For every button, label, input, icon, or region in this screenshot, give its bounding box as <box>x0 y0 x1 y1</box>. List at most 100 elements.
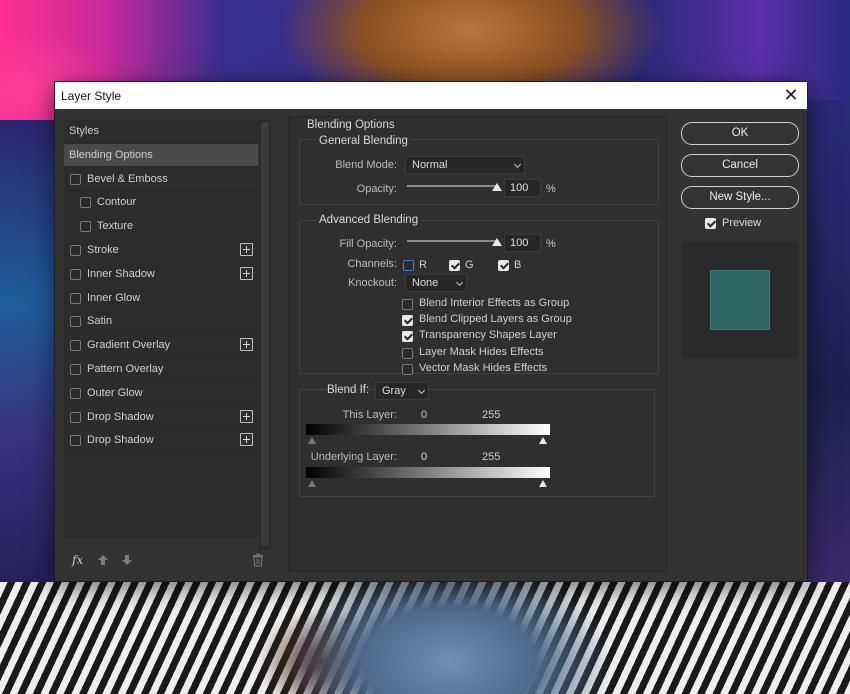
channel-g-label: G <box>465 259 474 271</box>
sidebar-checkbox-inner-shadow[interactable] <box>70 268 81 280</box>
this-layer-black-handle[interactable] <box>308 437 316 444</box>
underlying-layer-white-handle[interactable] <box>539 480 547 487</box>
blend-clipped-layers-as-group-label: Blend Clipped Layers as Group <box>419 313 572 326</box>
add-effect-icon[interactable] <box>240 243 253 256</box>
ok-button[interactable]: OK <box>681 122 799 145</box>
advanced-blending-title: Advanced Blending <box>317 214 421 226</box>
chevron-down-icon <box>455 278 464 287</box>
blend-clipped-layers-as-group-checkbox[interactable] <box>402 315 413 327</box>
sidebar-checkbox-outer-glow[interactable] <box>70 387 81 399</box>
channel-r-label: R <box>419 259 427 271</box>
sidebar-checkbox-contour[interactable] <box>80 197 91 209</box>
sidebar-item-label: Inner Shadow <box>87 267 155 280</box>
background-photo-left <box>0 120 54 582</box>
vector-mask-hides-effects-label: Vector Mask Hides Effects <box>419 361 548 374</box>
vector-mask-hides-effects-checkbox[interactable] <box>402 363 413 375</box>
underlying-layer-gradient[interactable] <box>306 467 550 478</box>
sidebar-item-styles: Styles <box>64 120 258 143</box>
sidebar-item-label: Pattern Overlay <box>87 363 164 375</box>
underlying-layer-low-value: 0 <box>421 451 428 463</box>
underlying-layer-label: Underlying Layer: <box>310 451 397 463</box>
sidebar-item-contour[interactable]: Contour <box>64 191 258 215</box>
preview-checkbox[interactable] <box>705 218 716 229</box>
fill-opacity-label: Fill Opacity: <box>339 238 397 250</box>
sidebar-item-satin[interactable]: Satin <box>64 310 258 334</box>
sidebar-item-label: Blending Options <box>69 148 153 161</box>
sidebar-item-label: Contour <box>97 196 137 209</box>
opacity-input[interactable]: 100 <box>504 179 541 197</box>
sidebar-item-inner-shadow[interactable]: Inner Shadow <box>64 263 258 286</box>
opacity-slider[interactable] <box>407 185 497 187</box>
sidebar-checkbox-satin[interactable] <box>70 316 81 328</box>
sidebar-item-blending-options[interactable]: Blending Options <box>64 143 258 167</box>
blend-interior-effects-as-group-checkbox[interactable] <box>402 299 413 310</box>
title-bar: Layer Style ✕ <box>55 82 807 109</box>
blend-mode-label: Blend Mode: <box>335 159 397 171</box>
sidebar-checkbox-pattern-overlay[interactable] <box>70 364 81 375</box>
sidebar-item-label: Drop Shadow <box>87 410 154 423</box>
sidebar-checkbox-stroke[interactable] <box>70 245 81 256</box>
close-icon[interactable]: ✕ <box>781 85 801 105</box>
sidebar-item-outer-glow[interactable]: Outer Glow <box>64 382 258 405</box>
sidebar-item-label: Drop Shadow <box>87 434 154 447</box>
layer-mask-hides-effects-checkbox[interactable] <box>402 347 413 359</box>
new-style-button[interactable]: New Style... <box>681 186 799 209</box>
arrow-up-icon[interactable] <box>97 554 109 566</box>
sidebar-item-stroke[interactable]: Stroke <box>64 239 258 262</box>
channel-b-checkbox[interactable] <box>498 260 509 271</box>
blending-options-title: Blending Options <box>307 119 395 131</box>
this-layer-high-value: 255 <box>482 409 501 421</box>
transparency-shapes-layer-checkbox[interactable] <box>402 331 413 343</box>
this-layer-white-handle[interactable] <box>539 437 547 444</box>
preview-label: Preview <box>722 217 762 229</box>
cancel-button[interactable]: Cancel <box>681 154 799 177</box>
sidebar-item-drop-shadow[interactable]: Drop Shadow <box>64 406 258 429</box>
arrow-down-icon[interactable] <box>121 554 133 566</box>
underlying-layer-black-handle[interactable] <box>308 480 316 487</box>
blend-mode-select[interactable]: Normal <box>405 156 525 174</box>
add-effect-icon[interactable] <box>240 338 253 352</box>
opacity-slider-handle[interactable] <box>492 183 502 191</box>
sidebar-checkbox-inner-glow[interactable] <box>70 292 81 304</box>
sidebar-checkbox-drop-shadow[interactable] <box>70 435 81 447</box>
sidebar-item-inner-glow[interactable]: Inner Glow <box>64 287 258 310</box>
trash-icon[interactable] <box>252 553 264 567</box>
sidebar-checkbox-drop-shadow[interactable] <box>70 411 81 423</box>
sidebar-item-label: Satin <box>87 315 113 328</box>
sidebar-item-label: Stroke <box>87 244 119 256</box>
knockout-select[interactable]: None <box>405 274 467 292</box>
chevron-down-icon <box>513 160 522 169</box>
channel-b-label: B <box>514 259 522 271</box>
underlying-layer-high-value: 255 <box>482 451 501 463</box>
fill-opacity-slider[interactable] <box>407 240 497 242</box>
fx-menu-button[interactable]: fx <box>72 553 83 567</box>
sidebar-checkbox-bevel-and-emboss[interactable] <box>70 173 81 185</box>
chevron-down-icon <box>417 386 426 395</box>
sidebar-item-label: Outer Glow <box>87 386 143 399</box>
sidebar-item-bevel-and-emboss[interactable]: Bevel & Emboss <box>64 168 258 191</box>
add-effect-icon[interactable] <box>240 433 253 447</box>
blend-if-label: Blend If: <box>327 384 370 396</box>
sidebar-checkbox-gradient-overlay[interactable] <box>70 340 81 352</box>
sidebar-item-drop-shadow[interactable]: Drop Shadow <box>64 429 258 453</box>
add-effect-icon[interactable] <box>240 266 253 280</box>
this-layer-gradient[interactable] <box>306 424 550 435</box>
sidebar-item-label: Texture <box>97 220 134 233</box>
styles-footer: fx <box>64 550 271 574</box>
fill-opacity-slider-handle[interactable] <box>492 238 502 246</box>
sidebar-checkbox-texture[interactable] <box>80 221 91 233</box>
fill-opacity-input[interactable]: 100 <box>504 234 541 252</box>
general-blending-title: General Blending <box>317 135 410 147</box>
blend-if-select[interactable]: Gray <box>375 382 429 400</box>
this-layer-label: This Layer: <box>342 409 397 421</box>
blend-interior-effects-as-group-label: Blend Interior Effects as Group <box>419 297 570 309</box>
sidebar-item-pattern-overlay[interactable]: Pattern Overlay <box>64 358 258 381</box>
fill-opacity-unit: % <box>546 238 556 250</box>
styles-scrollbar-thumb[interactable] <box>261 122 269 546</box>
sidebar-item-gradient-overlay[interactable]: Gradient Overlay <box>64 334 258 358</box>
channel-r-checkbox[interactable] <box>403 260 414 271</box>
add-effect-icon[interactable] <box>240 409 253 423</box>
channel-g-checkbox[interactable] <box>449 260 460 271</box>
channels-label: Channels: <box>347 258 397 270</box>
sidebar-item-texture[interactable]: Texture <box>64 215 258 239</box>
